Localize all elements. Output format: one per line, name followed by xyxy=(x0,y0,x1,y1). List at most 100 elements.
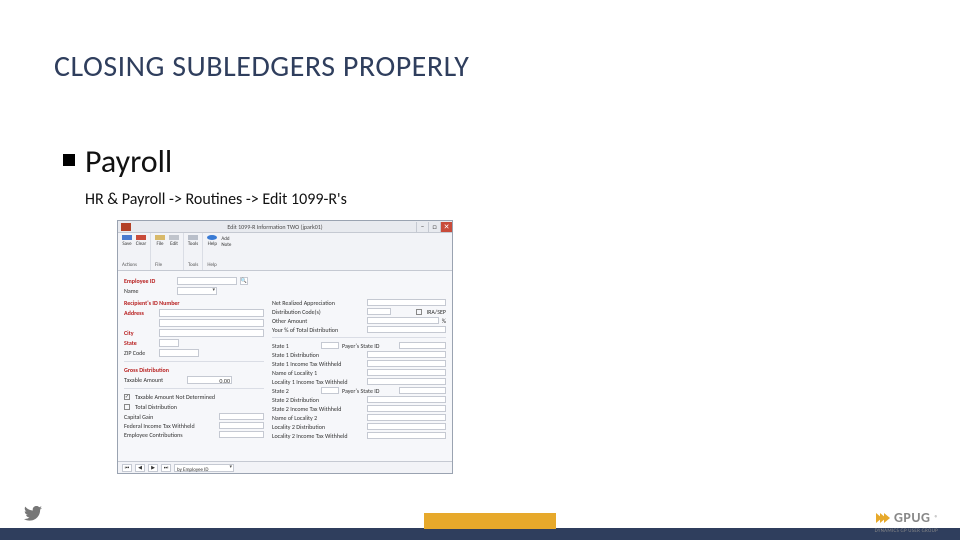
label-fed-tax-withheld: Federal Income Tax Withheld xyxy=(124,422,216,430)
clear-button[interactable]: Clear xyxy=(136,235,146,247)
ribbon-group-actions: Save Clear Actions xyxy=(118,233,151,270)
label-employee-id: Employee ID xyxy=(124,277,174,285)
logo-text: GPUG xyxy=(894,509,930,526)
gpug-logo: GPUG ® xyxy=(878,509,938,526)
pct-symbol: % xyxy=(442,317,446,325)
slide-title: CLOSING SUBLEDGERS PROPERLY xyxy=(54,48,469,85)
state1-tax-field[interactable] xyxy=(367,360,446,367)
state1-dist-field[interactable] xyxy=(367,351,446,358)
state2-dist-field[interactable] xyxy=(367,396,446,403)
payer-state1-field[interactable] xyxy=(399,342,446,349)
state-field[interactable] xyxy=(159,339,179,347)
label-loc2-tax: Locality 2 Income Tax Withheld xyxy=(272,432,364,440)
minimize-button[interactable]: – xyxy=(416,222,428,232)
loc1-name-field[interactable] xyxy=(367,369,446,376)
label-loc1-tax: Locality 1 Income Tax Withheld xyxy=(272,378,364,386)
close-button[interactable]: ✕ xyxy=(440,222,452,232)
label-payer-state2: Payer's State ID xyxy=(342,387,396,395)
zip-field[interactable] xyxy=(159,349,199,357)
label-emp-contrib: Employee Contributions xyxy=(124,431,216,439)
screenshot-edit-1099r: Edit 1099-R Information TWO (jpark01) – … xyxy=(117,220,453,474)
pct-total-field[interactable] xyxy=(367,326,446,333)
label-other-amt: Other Amount xyxy=(272,317,364,325)
footer-bar xyxy=(0,528,960,540)
ribbon-group-label: File xyxy=(155,262,179,268)
loc2-tax-field[interactable] xyxy=(367,432,446,439)
registered-mark: ® xyxy=(934,513,938,522)
nav-first-button[interactable]: ⏮ xyxy=(122,464,132,472)
ribbon-group-label: Tools xyxy=(188,262,198,268)
label-state1: State 1 xyxy=(272,342,318,350)
label-total-dist: Total Distribution xyxy=(135,403,177,411)
other-amt-field[interactable] xyxy=(367,317,439,324)
form-body: Employee ID 🔍 Name Recipient's ID Number… xyxy=(118,271,452,445)
label-payer-state1: Payer's State ID xyxy=(342,342,396,350)
label-state: State xyxy=(124,339,156,347)
label-net-apprec: Net Realized Appreciation xyxy=(272,299,364,307)
label-state2: State 2 xyxy=(272,387,318,395)
state2-field[interactable] xyxy=(321,387,339,394)
tools-button[interactable]: Tools xyxy=(188,235,198,247)
total-distribution-checkbox[interactable] xyxy=(124,404,130,410)
app-icon xyxy=(121,223,131,231)
label-loc2-name: Name of Locality 2 xyxy=(272,414,364,422)
label-taxable-not-det: Taxable Amount Not Determined xyxy=(135,393,215,401)
employee-lookup-icon[interactable]: 🔍 xyxy=(240,277,248,285)
status-bar: ⏮ ◀ ▶ ⏭ by Employee ID xyxy=(118,461,452,473)
twitter-icon xyxy=(24,504,42,526)
state2-tax-field[interactable] xyxy=(367,405,446,412)
ribbon-group-file: File Edit File xyxy=(151,233,184,270)
fed-tax-field[interactable] xyxy=(219,422,264,429)
taxable-amount-field[interactable]: 0.00 xyxy=(187,376,232,384)
label-state2-tax: State 2 Income Tax Withheld xyxy=(272,405,364,413)
bullet-row: Payroll xyxy=(63,142,172,181)
address2-field[interactable] xyxy=(159,319,264,327)
label-city: City xyxy=(124,329,156,337)
file-button[interactable]: File xyxy=(155,235,165,247)
emp-contrib-field[interactable] xyxy=(219,431,264,438)
label-taxable-amt: Taxable Amount xyxy=(124,376,184,384)
edit-button[interactable]: Edit xyxy=(169,235,179,247)
loc2-dist-field[interactable] xyxy=(367,423,446,430)
bullet-marker xyxy=(63,154,75,166)
nav-next-button[interactable]: ▶ xyxy=(148,464,158,472)
nav-prev-button[interactable]: ◀ xyxy=(135,464,145,472)
maximize-button[interactable]: □ xyxy=(428,222,440,232)
label-dist-codes: Distribution Code(s) xyxy=(272,308,364,316)
net-apprec-field[interactable] xyxy=(367,299,446,306)
taxable-not-determined-checkbox[interactable]: ✓ xyxy=(124,394,130,400)
label-name: Name xyxy=(124,287,174,295)
ribbon-group-label: Actions xyxy=(122,262,146,268)
ribbon-group-help: Help Add Note Help xyxy=(203,233,235,270)
footer xyxy=(0,518,960,540)
dist-code-field[interactable] xyxy=(367,308,391,315)
add-note-button[interactable]: Add Note xyxy=(221,235,231,247)
payer-state2-field[interactable] xyxy=(399,387,446,394)
sort-by-combo[interactable]: by Employee ID xyxy=(174,464,234,472)
nav-last-button[interactable]: ⏭ xyxy=(161,464,171,472)
label-recipients-id: Recipient's ID Number xyxy=(124,299,180,307)
address-field[interactable] xyxy=(159,309,264,317)
loc2-name-field[interactable] xyxy=(367,414,446,421)
loc1-tax-field[interactable] xyxy=(367,378,446,385)
capital-gain-field[interactable] xyxy=(219,413,264,420)
logo-chevrons-icon xyxy=(878,513,890,523)
employee-id-field[interactable] xyxy=(177,277,237,285)
bullet-text: Payroll xyxy=(85,142,172,181)
name-combo[interactable] xyxy=(177,287,217,295)
ribbon-group-label: Help xyxy=(207,262,231,268)
label-zip: ZIP Code xyxy=(124,349,156,357)
label-state1-dist: State 1 Distribution xyxy=(272,351,364,359)
label-loc2-dist: Locality 2 Distribution xyxy=(272,423,364,431)
label-address: Address xyxy=(124,309,156,317)
city-field[interactable] xyxy=(159,329,264,337)
label-loc1-name: Name of Locality 1 xyxy=(272,369,364,377)
label-state2-dist: State 2 Distribution xyxy=(272,396,364,404)
ira-sep-checkbox[interactable] xyxy=(416,309,422,315)
logo-subtitle: DYNAMICS GP USER GROUP xyxy=(875,528,938,534)
label-pct-total: Your % of Total Distribution xyxy=(272,326,364,334)
state1-field[interactable] xyxy=(321,342,339,349)
help-button[interactable]: Help xyxy=(207,235,217,247)
save-button[interactable]: Save xyxy=(122,235,132,247)
ribbon-group-tools: Tools Tools xyxy=(184,233,203,270)
